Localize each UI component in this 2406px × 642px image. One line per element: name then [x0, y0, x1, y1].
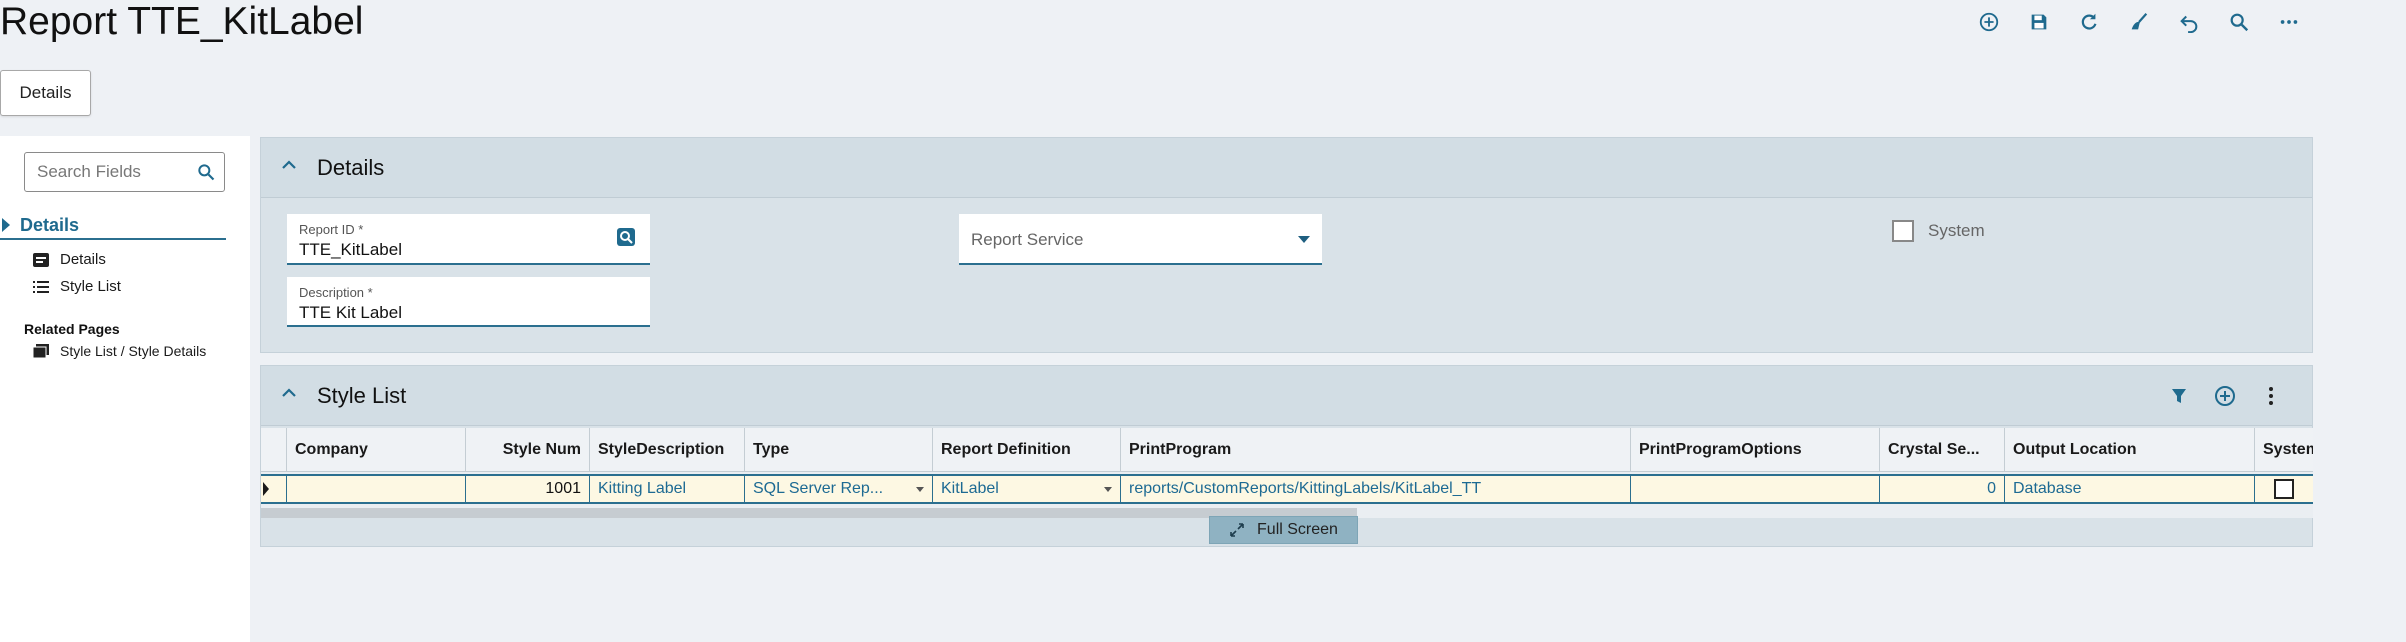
cell-print-program-options[interactable]: [1631, 476, 1880, 502]
system-checkbox[interactable]: [1892, 220, 1914, 242]
nav-section-label: Details: [20, 214, 80, 235]
save-icon[interactable]: [2025, 8, 2053, 36]
report-service-dropdown[interactable]: Report Service: [959, 214, 1322, 265]
description-value: TTE Kit Label: [299, 303, 402, 322]
cell-type[interactable]: SQL Server Rep...: [745, 476, 933, 502]
column-header-system-flag[interactable]: SystemFl: [2255, 428, 2313, 471]
table-row[interactable]: 1001 Kitting Label SQL Server Rep... Kit…: [261, 474, 2313, 504]
related-page-label: Style List / Style Details: [60, 343, 207, 359]
kebab-menu-icon[interactable]: [2260, 385, 2282, 407]
cell-output-location[interactable]: Database: [2005, 476, 2255, 502]
nav-item-style-list[interactable]: Style List: [0, 273, 226, 300]
style-list-panel-title: Style List: [317, 382, 407, 408]
system-checkbox-group[interactable]: System: [1892, 220, 1985, 242]
report-id-field[interactable]: Report ID * TTE_KitLabel: [287, 214, 650, 265]
nav-item-details[interactable]: Details: [0, 246, 226, 273]
column-header-company[interactable]: Company: [287, 428, 466, 471]
details-tab-button[interactable]: Details: [0, 70, 91, 116]
page-title: Report TTE_KitLabel: [0, 0, 364, 43]
top-toolbar: [1975, 8, 2303, 36]
style-list-panel: Style List Company Style Num StyleDescri…: [260, 365, 2313, 547]
report-service-placeholder: Report Service: [971, 230, 1084, 249]
add-row-icon[interactable]: [2214, 385, 2236, 407]
row-pointer-icon: [263, 482, 269, 496]
clear-icon[interactable]: [2125, 8, 2153, 36]
cell-print-program[interactable]: reports/CustomReports/KittingLabels/KitL…: [1121, 476, 1631, 502]
search-fields-input[interactable]: [25, 153, 185, 191]
system-flag-checkbox[interactable]: [2274, 479, 2294, 499]
lookup-search-icon[interactable]: [616, 227, 636, 247]
list-icon: [33, 280, 49, 293]
related-pages-title: Related Pages: [24, 321, 120, 337]
cell-report-definition-value: KitLabel: [941, 480, 999, 497]
nav-item-label: Details: [60, 251, 106, 268]
dropdown-arrow-icon: [1104, 486, 1112, 492]
pages-icon: [32, 344, 49, 359]
add-icon[interactable]: [1975, 8, 2003, 36]
nav-item-label: Style List: [60, 278, 121, 295]
details-panel-title: Details: [317, 154, 385, 180]
cell-company[interactable]: [287, 476, 466, 502]
style-list-actions: [2168, 385, 2282, 407]
cell-style-description[interactable]: Kitting Label: [590, 476, 745, 502]
grid-header-row: Company Style Num StyleDescription Type …: [261, 428, 2313, 472]
column-header-type[interactable]: Type: [745, 428, 933, 471]
cell-crystal[interactable]: 0: [1880, 476, 2005, 502]
nav-section-header[interactable]: Details: [0, 212, 226, 240]
dropdown-arrow-icon: [1298, 236, 1310, 243]
cell-report-definition[interactable]: KitLabel: [933, 476, 1121, 502]
row-selector-header: [261, 428, 287, 471]
column-header-print-program[interactable]: PrintProgram: [1121, 428, 1631, 471]
column-header-style-num[interactable]: Style Num: [466, 428, 590, 471]
form-icon: [33, 252, 49, 267]
related-page-style-list[interactable]: Style List / Style Details: [32, 343, 206, 359]
description-field[interactable]: Description * TTE Kit Label: [287, 277, 650, 327]
search-icon[interactable]: [2225, 8, 2253, 36]
left-navigation: Details Details Style List Related Pages…: [0, 136, 250, 642]
report-id-label: Report ID *: [299, 222, 364, 237]
column-header-crystal[interactable]: Crystal Se...: [1880, 428, 2005, 471]
cell-system-flag[interactable]: [2255, 476, 2313, 502]
search-fields-box[interactable]: [24, 152, 225, 192]
caret-right-icon: [2, 218, 10, 232]
column-header-output-location[interactable]: Output Location: [2005, 428, 2255, 471]
style-list-panel-header[interactable]: Style List: [261, 366, 2312, 426]
search-icon[interactable]: [196, 162, 216, 182]
nav-section-details: Details Details Style List: [0, 212, 226, 300]
full-screen-label: Full Screen: [1257, 521, 1338, 538]
dropdown-arrow-icon: [916, 486, 924, 492]
chevron-up-icon[interactable]: [269, 156, 309, 179]
row-selector[interactable]: [261, 476, 287, 502]
column-header-style-description[interactable]: StyleDescription: [590, 428, 745, 471]
chevron-up-icon[interactable]: [269, 384, 309, 407]
cell-style-num[interactable]: 1001: [466, 476, 590, 502]
cell-type-value: SQL Server Rep...: [753, 480, 884, 497]
column-header-report-definition[interactable]: Report Definition: [933, 428, 1121, 471]
full-screen-button[interactable]: Full Screen: [1209, 516, 1358, 544]
horizontal-scrollbar[interactable]: [261, 508, 1357, 518]
undo-icon[interactable]: [2175, 8, 2203, 36]
refresh-icon[interactable]: [2075, 8, 2103, 36]
description-label: Description *: [299, 285, 373, 300]
system-checkbox-label: System: [1928, 221, 1985, 240]
expand-icon: [1230, 523, 1244, 537]
details-panel: Details Report ID * TTE_KitLabel Descrip…: [260, 137, 2313, 353]
column-header-print-program-options[interactable]: PrintProgramOptions: [1631, 428, 1880, 471]
filter-icon[interactable]: [2168, 385, 2190, 407]
details-panel-header[interactable]: Details: [261, 138, 2312, 198]
more-icon[interactable]: [2275, 8, 2303, 36]
report-id-value: TTE_KitLabel: [299, 240, 402, 259]
style-list-grid: Company Style Num StyleDescription Type …: [261, 428, 2313, 518]
